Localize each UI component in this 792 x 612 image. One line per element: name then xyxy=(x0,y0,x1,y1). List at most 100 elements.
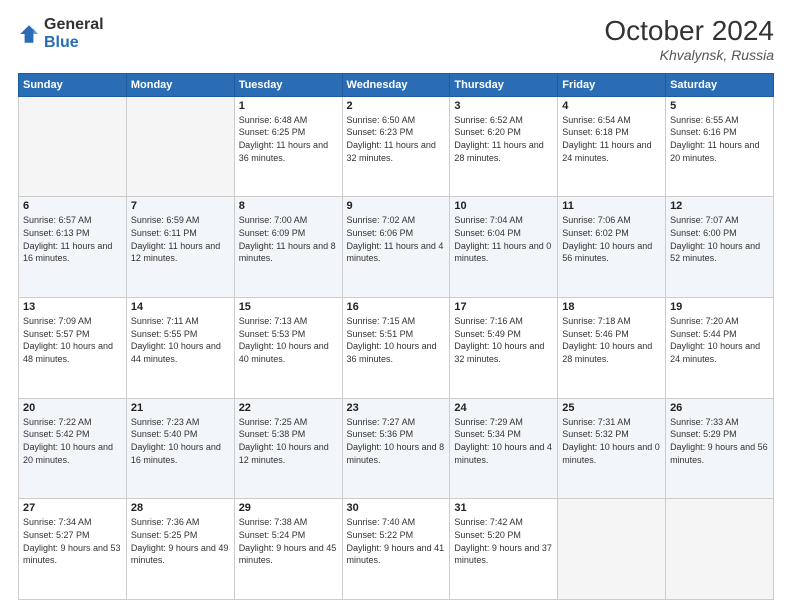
day-info: Sunrise: 7:36 AM Sunset: 5:25 PM Dayligh… xyxy=(131,516,230,566)
day-number: 10 xyxy=(454,200,553,212)
title-block: October 2024 Khvalynsk, Russia xyxy=(604,16,774,63)
table-row: 1 Sunrise: 6:48 AM Sunset: 6:25 PM Daylig… xyxy=(234,96,342,197)
table-row: 17Sunrise: 7:16 AM Sunset: 5:49 PM Dayli… xyxy=(450,298,558,399)
day-number: 3 xyxy=(454,100,553,112)
day-number: 6 xyxy=(23,200,122,212)
col-sunday: Sunday xyxy=(19,73,127,96)
day-number: 7 xyxy=(131,200,230,212)
day-info: Sunrise: 6:55 AM Sunset: 6:16 PM Dayligh… xyxy=(670,114,769,164)
location: Khvalynsk, Russia xyxy=(604,47,774,63)
calendar-week-4: 20 Sunrise: 7:22 AM Sunset: 5:42 PM Dayli… xyxy=(19,398,774,499)
table-row: 2 Sunrise: 6:50 AM Sunset: 6:23 PM Daylig… xyxy=(342,96,450,197)
table-row xyxy=(666,499,774,600)
day-info: Sunrise: 7:34 AM Sunset: 5:27 PM Dayligh… xyxy=(23,516,122,566)
day-info: Sunrise: 7:16 AM Sunset: 5:49 PM Dayligh… xyxy=(454,315,553,365)
day-number: 23 xyxy=(347,402,446,414)
day-info: Sunrise: 6:52 AM Sunset: 6:20 PM Dayligh… xyxy=(454,114,553,164)
table-row: 26 Sunrise: 7:33 AM Sunset: 5:29 PM Dayli… xyxy=(666,398,774,499)
day-number: 18 xyxy=(562,301,661,313)
table-row: 27 Sunrise: 7:34 AM Sunset: 5:27 PM Dayli… xyxy=(19,499,127,600)
day-info: Sunrise: 7:40 AM Sunset: 5:22 PM Dayligh… xyxy=(347,516,446,566)
table-row: 23 Sunrise: 7:27 AM Sunset: 5:36 PM Dayli… xyxy=(342,398,450,499)
table-row xyxy=(19,96,127,197)
day-number: 27 xyxy=(23,502,122,514)
table-row: 24Sunrise: 7:29 AM Sunset: 5:34 PM Dayli… xyxy=(450,398,558,499)
day-number: 19 xyxy=(670,301,769,313)
day-number: 29 xyxy=(239,502,338,514)
day-number: 20 xyxy=(23,402,122,414)
day-info: Sunrise: 7:33 AM Sunset: 5:29 PM Dayligh… xyxy=(670,416,769,466)
calendar-week-5: 27 Sunrise: 7:34 AM Sunset: 5:27 PM Dayli… xyxy=(19,499,774,600)
day-info: Sunrise: 7:31 AM Sunset: 5:32 PM Dayligh… xyxy=(562,416,661,466)
table-row: 25 Sunrise: 7:31 AM Sunset: 5:32 PM Dayli… xyxy=(558,398,666,499)
table-row: 16Sunrise: 7:15 AM Sunset: 5:51 PM Dayli… xyxy=(342,298,450,399)
day-info: Sunrise: 7:15 AM Sunset: 5:51 PM Dayligh… xyxy=(347,315,446,365)
table-row: 12 Sunrise: 7:07 AM Sunset: 6:00 PM Dayli… xyxy=(666,197,774,298)
table-row: 5 Sunrise: 6:55 AM Sunset: 6:16 PM Daylig… xyxy=(666,96,774,197)
table-row: 28Sunrise: 7:36 AM Sunset: 5:25 PM Dayli… xyxy=(126,499,234,600)
table-row xyxy=(126,96,234,197)
table-row xyxy=(558,499,666,600)
table-row: 4Sunrise: 6:54 AM Sunset: 6:18 PM Daylig… xyxy=(558,96,666,197)
day-info: Sunrise: 7:07 AM Sunset: 6:00 PM Dayligh… xyxy=(670,214,769,264)
calendar-week-2: 6 Sunrise: 6:57 AM Sunset: 6:13 PM Daylig… xyxy=(19,197,774,298)
logo: General Blue xyxy=(18,16,104,51)
day-info: Sunrise: 7:23 AM Sunset: 5:40 PM Dayligh… xyxy=(131,416,230,466)
day-number: 2 xyxy=(347,100,446,112)
col-friday: Friday xyxy=(558,73,666,96)
table-row: 14 Sunrise: 7:11 AM Sunset: 5:55 PM Dayli… xyxy=(126,298,234,399)
table-row: 30 Sunrise: 7:40 AM Sunset: 5:22 PM Dayli… xyxy=(342,499,450,600)
header: General Blue October 2024 Khvalynsk, Rus… xyxy=(18,16,774,63)
day-number: 21 xyxy=(131,402,230,414)
day-number: 12 xyxy=(670,200,769,212)
day-info: Sunrise: 7:38 AM Sunset: 5:24 PM Dayligh… xyxy=(239,516,338,566)
day-number: 15 xyxy=(239,301,338,313)
day-info: Sunrise: 7:13 AM Sunset: 5:53 PM Dayligh… xyxy=(239,315,338,365)
calendar-table: Sunday Monday Tuesday Wednesday Thursday… xyxy=(18,73,774,600)
day-number: 13 xyxy=(23,301,122,313)
table-row: 31Sunrise: 7:42 AM Sunset: 5:20 PM Dayli… xyxy=(450,499,558,600)
day-number: 26 xyxy=(670,402,769,414)
table-row: 8 Sunrise: 7:00 AM Sunset: 6:09 PM Daylig… xyxy=(234,197,342,298)
day-number: 30 xyxy=(347,502,446,514)
day-number: 14 xyxy=(131,301,230,313)
calendar-header-row: Sunday Monday Tuesday Wednesday Thursday… xyxy=(19,73,774,96)
day-number: 4 xyxy=(562,100,661,112)
col-saturday: Saturday xyxy=(666,73,774,96)
day-info: Sunrise: 7:22 AM Sunset: 5:42 PM Dayligh… xyxy=(23,416,122,466)
day-info: Sunrise: 6:59 AM Sunset: 6:11 PM Dayligh… xyxy=(131,214,230,264)
day-info: Sunrise: 7:18 AM Sunset: 5:46 PM Dayligh… xyxy=(562,315,661,365)
day-info: Sunrise: 7:02 AM Sunset: 6:06 PM Dayligh… xyxy=(347,214,446,264)
day-info: Sunrise: 7:09 AM Sunset: 5:57 PM Dayligh… xyxy=(23,315,122,365)
day-number: 5 xyxy=(670,100,769,112)
table-row: 15 Sunrise: 7:13 AM Sunset: 5:53 PM Dayli… xyxy=(234,298,342,399)
table-row: 29 Sunrise: 7:38 AM Sunset: 5:24 PM Dayli… xyxy=(234,499,342,600)
table-row: 11 Sunrise: 7:06 AM Sunset: 6:02 PM Dayli… xyxy=(558,197,666,298)
calendar-week-3: 13 Sunrise: 7:09 AM Sunset: 5:57 PM Dayli… xyxy=(19,298,774,399)
day-number: 22 xyxy=(239,402,338,414)
day-info: Sunrise: 7:11 AM Sunset: 5:55 PM Dayligh… xyxy=(131,315,230,365)
month-year: October 2024 xyxy=(604,16,774,47)
day-number: 24 xyxy=(454,402,553,414)
day-number: 11 xyxy=(562,200,661,212)
col-thursday: Thursday xyxy=(450,73,558,96)
day-info: Sunrise: 7:00 AM Sunset: 6:09 PM Dayligh… xyxy=(239,214,338,264)
logo-general: General xyxy=(44,16,104,34)
table-row: 6 Sunrise: 6:57 AM Sunset: 6:13 PM Daylig… xyxy=(19,197,127,298)
table-row: 7 Sunrise: 6:59 AM Sunset: 6:11 PM Daylig… xyxy=(126,197,234,298)
col-tuesday: Tuesday xyxy=(234,73,342,96)
day-info: Sunrise: 6:48 AM Sunset: 6:25 PM Dayligh… xyxy=(239,114,338,164)
day-info: Sunrise: 7:27 AM Sunset: 5:36 PM Dayligh… xyxy=(347,416,446,466)
day-number: 25 xyxy=(562,402,661,414)
table-row: 13 Sunrise: 7:09 AM Sunset: 5:57 PM Dayli… xyxy=(19,298,127,399)
day-number: 31 xyxy=(454,502,553,514)
day-info: Sunrise: 6:57 AM Sunset: 6:13 PM Dayligh… xyxy=(23,214,122,264)
table-row: 18 Sunrise: 7:18 AM Sunset: 5:46 PM Dayli… xyxy=(558,298,666,399)
table-row: 10Sunrise: 7:04 AM Sunset: 6:04 PM Dayli… xyxy=(450,197,558,298)
day-number: 1 xyxy=(239,100,338,112)
col-wednesday: Wednesday xyxy=(342,73,450,96)
page: General Blue October 2024 Khvalynsk, Rus… xyxy=(0,0,792,612)
day-info: Sunrise: 6:50 AM Sunset: 6:23 PM Dayligh… xyxy=(347,114,446,164)
day-info: Sunrise: 7:06 AM Sunset: 6:02 PM Dayligh… xyxy=(562,214,661,264)
day-number: 8 xyxy=(239,200,338,212)
